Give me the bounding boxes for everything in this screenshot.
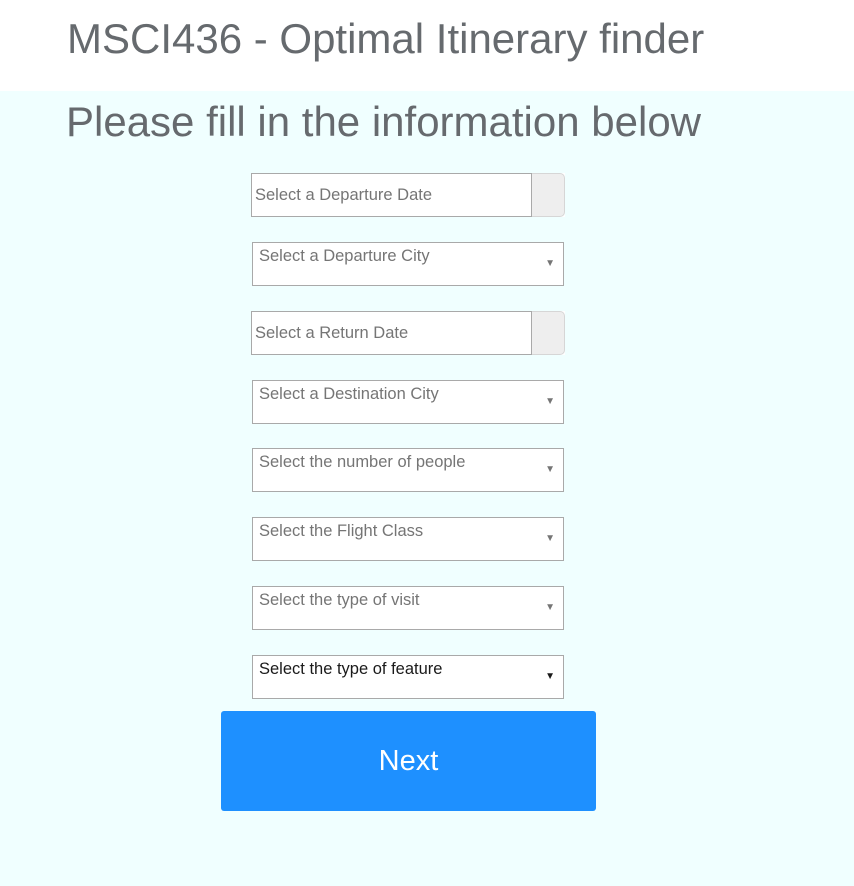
departure-date-picker[interactable]: Select a Departure Date — [251, 173, 565, 217]
chevron-down-icon: ▼ — [545, 396, 555, 407]
flight-class-placeholder: Select the Flight Class — [259, 522, 424, 540]
departure-city-placeholder: Select a Departure City — [259, 247, 430, 265]
form-instructions: Please fill in the information below — [66, 98, 702, 145]
chevron-down-icon: ▼ — [545, 258, 555, 269]
departure-city-select[interactable]: Select a Departure City ▼ — [252, 242, 564, 286]
form-container: Please fill in the information below Sel… — [0, 91, 854, 886]
next-button[interactable]: Next — [221, 711, 596, 811]
type-of-visit-select[interactable]: Select the type of visit ▼ — [252, 586, 564, 630]
chevron-down-icon: ▼ — [545, 671, 555, 682]
return-date-input[interactable]: Select a Return Date — [251, 311, 532, 355]
number-of-people-placeholder: Select the number of people — [259, 453, 466, 471]
departure-date-calendar-button[interactable] — [532, 173, 565, 217]
page-title: MSCI436 - Optimal Itinerary finder — [67, 15, 705, 62]
return-date-calendar-button[interactable] — [532, 311, 565, 355]
chevron-down-icon: ▼ — [545, 533, 555, 544]
type-of-feature-placeholder: Select the type of feature — [259, 660, 443, 678]
return-date-picker[interactable]: Select a Return Date — [251, 311, 565, 355]
departure-date-input[interactable]: Select a Departure Date — [251, 173, 532, 217]
type-of-visit-placeholder: Select the type of visit — [259, 591, 420, 609]
flight-class-select[interactable]: Select the Flight Class ▼ — [252, 517, 564, 561]
destination-city-select[interactable]: Select a Destination City ▼ — [252, 380, 564, 424]
chevron-down-icon: ▼ — [545, 464, 555, 475]
chevron-down-icon: ▼ — [545, 602, 555, 613]
page-header: MSCI436 - Optimal Itinerary finder — [0, 0, 854, 91]
type-of-feature-select[interactable]: Select the type of feature ▼ — [252, 655, 564, 699]
destination-city-placeholder: Select a Destination City — [259, 385, 439, 403]
number-of-people-select[interactable]: Select the number of people ▼ — [252, 448, 564, 492]
